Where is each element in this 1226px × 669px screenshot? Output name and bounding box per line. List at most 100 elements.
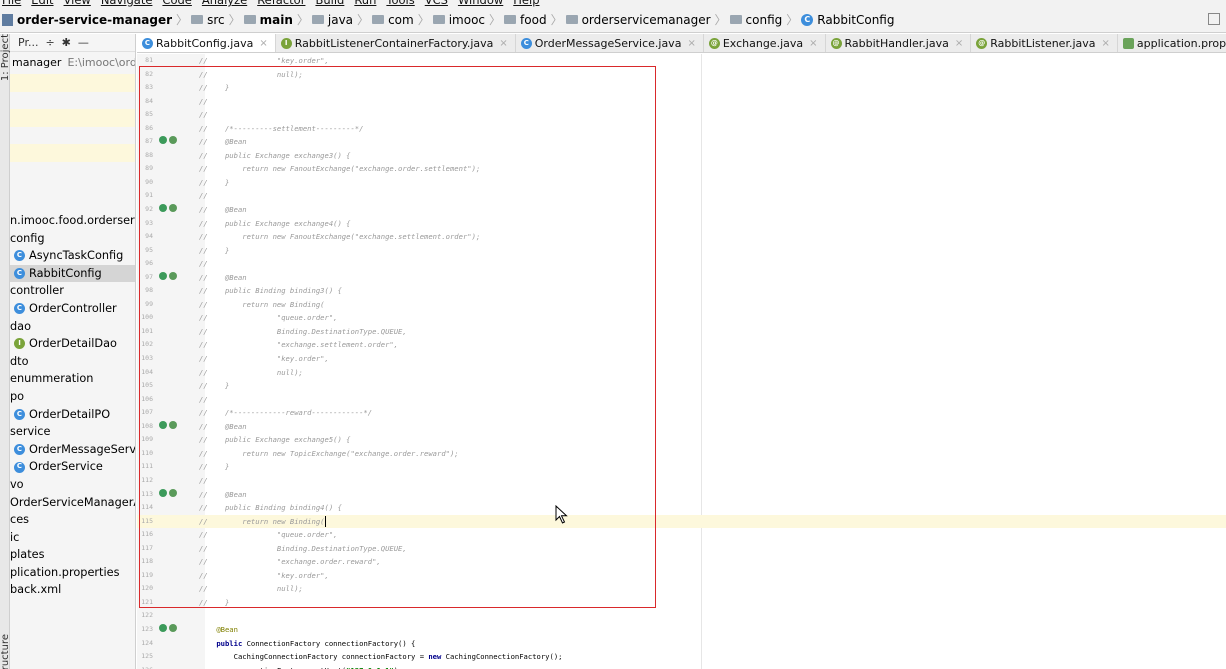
close-icon[interactable]: × (955, 38, 963, 49)
code-line[interactable]: 108 // @Bean (137, 420, 1226, 434)
code-line[interactable]: 99 // return new Binding( (137, 298, 1226, 312)
code-line[interactable]: 115 // return new Binding( (137, 514, 1226, 529)
code-line[interactable]: 119 // "key.order", (137, 569, 1226, 583)
code-line[interactable]: 104 // null); (137, 366, 1226, 380)
menu-item-vcs[interactable]: VCS (425, 0, 448, 7)
window-restore-icon[interactable] (1208, 13, 1220, 25)
code-line[interactable]: 111 // } (137, 460, 1226, 474)
navigate-icon[interactable] (169, 623, 177, 632)
code-line[interactable]: 83 // } (137, 81, 1226, 95)
tree-item[interactable]: service (10, 423, 135, 441)
menu-item-view[interactable]: View (64, 0, 91, 7)
code-line[interactable]: 125 CachingConnectionFactory connectionF… (137, 650, 1226, 664)
bean-icon[interactable] (159, 271, 167, 280)
tab-rabbitconfig-java[interactable]: C RabbitConfig.java × (137, 34, 276, 52)
breadcrumb-com[interactable]: com (372, 13, 414, 27)
code-line[interactable]: 120 // null); (137, 582, 1226, 596)
breadcrumb-project[interactable]: order-service-manager (2, 13, 172, 27)
tree-item[interactable]: plication.properties (10, 564, 135, 582)
menu-item-code[interactable]: Code (162, 0, 191, 7)
navigate-icon[interactable] (169, 420, 177, 429)
menu-item-analyze[interactable]: Analyze (202, 0, 247, 7)
close-icon[interactable]: × (259, 38, 267, 49)
close-icon[interactable]: × (809, 38, 817, 49)
menu-item-navigate[interactable]: Navigate (101, 0, 153, 7)
code-line[interactable]: 86 // /*---------settlement---------*/ (137, 122, 1226, 136)
code-line[interactable]: 124 public ConnectionFactory connectionF… (137, 637, 1226, 651)
navigate-icon[interactable] (169, 488, 177, 497)
breadcrumb-config[interactable]: config (729, 13, 782, 27)
code-line[interactable]: 84 // (137, 95, 1226, 109)
navigate-icon[interactable] (169, 204, 177, 213)
tree-item[interactable]: config (10, 230, 135, 248)
code-line[interactable]: 106 // (137, 393, 1226, 407)
tab-ordermessageservice-java[interactable]: C OrderMessageService.java × (516, 34, 704, 52)
tree-item[interactable]: po (10, 388, 135, 406)
menu-item-edit[interactable]: Edit (31, 0, 53, 7)
bean-icon[interactable] (159, 623, 167, 632)
tree-item[interactable]: C RabbitConfig (10, 264, 135, 283)
bean-icon[interactable] (159, 488, 167, 497)
tree-item[interactable]: C OrderDetailPO (10, 406, 135, 424)
code-line[interactable]: 96 // (137, 257, 1226, 271)
menu-item-run[interactable]: Run (354, 0, 376, 7)
breadcrumb-food[interactable]: food (504, 13, 547, 27)
code-line[interactable]: 82 // null); (137, 68, 1226, 82)
breadcrumb-java[interactable]: java (311, 13, 353, 27)
code-line[interactable]: 112 // (137, 474, 1226, 488)
code-line[interactable]: 126 connectionFactory.setHost("127.0.0.1… (137, 664, 1226, 669)
close-icon[interactable]: × (1102, 38, 1110, 49)
code-line[interactable]: 89 // return new FanoutExchange("exchange… (137, 162, 1226, 176)
code-line[interactable]: 81 // "key.order", (137, 54, 1226, 68)
tree-item[interactable]: n.imooc.food.orderservice (10, 212, 135, 230)
tree-item[interactable]: OrderServiceManagerApp (10, 494, 135, 512)
code-line[interactable]: 102 // "exchange.settlement.order", (137, 338, 1226, 352)
code-editor[interactable]: 81// "key.order", 82// null); 83// } 84//85… (137, 54, 1226, 669)
code-line[interactable]: 90 // } (137, 176, 1226, 190)
gear-icon[interactable]: ✱ (62, 36, 71, 49)
tree-item[interactable]: plates (10, 546, 135, 564)
tree-item[interactable]: dao (10, 318, 135, 336)
tree-item[interactable]: ic (10, 529, 135, 547)
bean-icon[interactable] (159, 204, 167, 213)
tab-rabbithandler-java[interactable]: @ RabbitHandler.java × (826, 34, 972, 52)
code-line[interactable]: 98 // public Binding binding3() { (137, 284, 1226, 298)
code-line[interactable]: 117 // Binding.DestinationType.QUEUE, (137, 542, 1226, 556)
tree-item[interactable]: enummeration (10, 370, 135, 388)
menu-item-help[interactable]: Help (513, 0, 539, 7)
code-line[interactable]: 97 // @Bean (137, 271, 1226, 285)
breadcrumb-main[interactable]: main (243, 13, 293, 27)
code-line[interactable]: 100 // "queue.order", (137, 311, 1226, 325)
minimize-icon[interactable]: — (78, 36, 89, 49)
code-line[interactable]: 121 // } (137, 596, 1226, 610)
tree-item[interactable]: C OrderController (10, 300, 135, 318)
code-line[interactable]: 122 (137, 609, 1226, 623)
menu-item-tools[interactable]: Tools (386, 0, 414, 7)
breadcrumb-src[interactable]: src (191, 13, 225, 27)
code-line[interactable]: 105 // } (137, 379, 1226, 393)
close-icon[interactable]: × (499, 38, 507, 49)
menu-item-file[interactable]: File (2, 0, 21, 7)
navigate-icon[interactable] (169, 136, 177, 145)
code-line[interactable]: 85 // (137, 108, 1226, 122)
breadcrumb-rabbitconfig[interactable]: C RabbitConfig (801, 13, 894, 27)
tab-exchange-java[interactable]: @ Exchange.java × (704, 34, 826, 52)
code-line[interactable]: 103 // "key.order", (137, 352, 1226, 366)
tree-item[interactable]: C OrderMessageService (10, 441, 135, 459)
navigate-icon[interactable] (169, 271, 177, 280)
tree-item[interactable]: vo (10, 476, 135, 494)
close-icon[interactable]: × (687, 38, 695, 49)
tree-item[interactable]: back.xml (10, 581, 135, 599)
code-line[interactable]: 88 // public Exchange exchange3() { (137, 149, 1226, 163)
tree-item[interactable]: ces (10, 511, 135, 529)
code-line[interactable]: 94 // return new FanoutExchange("exchange… (137, 230, 1226, 244)
tab-application-properties[interactable]: application.properties× (1118, 34, 1226, 52)
code-line[interactable]: 114 // public Binding binding4() { (137, 501, 1226, 515)
code-line[interactable]: 113 // @Bean (137, 488, 1226, 502)
code-line[interactable]: 109 // public Exchange exchange5() { (137, 433, 1226, 447)
code-line[interactable]: 93 // public Exchange exchange4() { (137, 217, 1226, 231)
breadcrumb-orderservicemanager[interactable]: orderservicemanager (565, 13, 711, 27)
bean-icon[interactable] (159, 136, 167, 145)
breadcrumb-imooc[interactable]: imooc (432, 13, 485, 27)
code-line[interactable]: 91 // (137, 189, 1226, 203)
